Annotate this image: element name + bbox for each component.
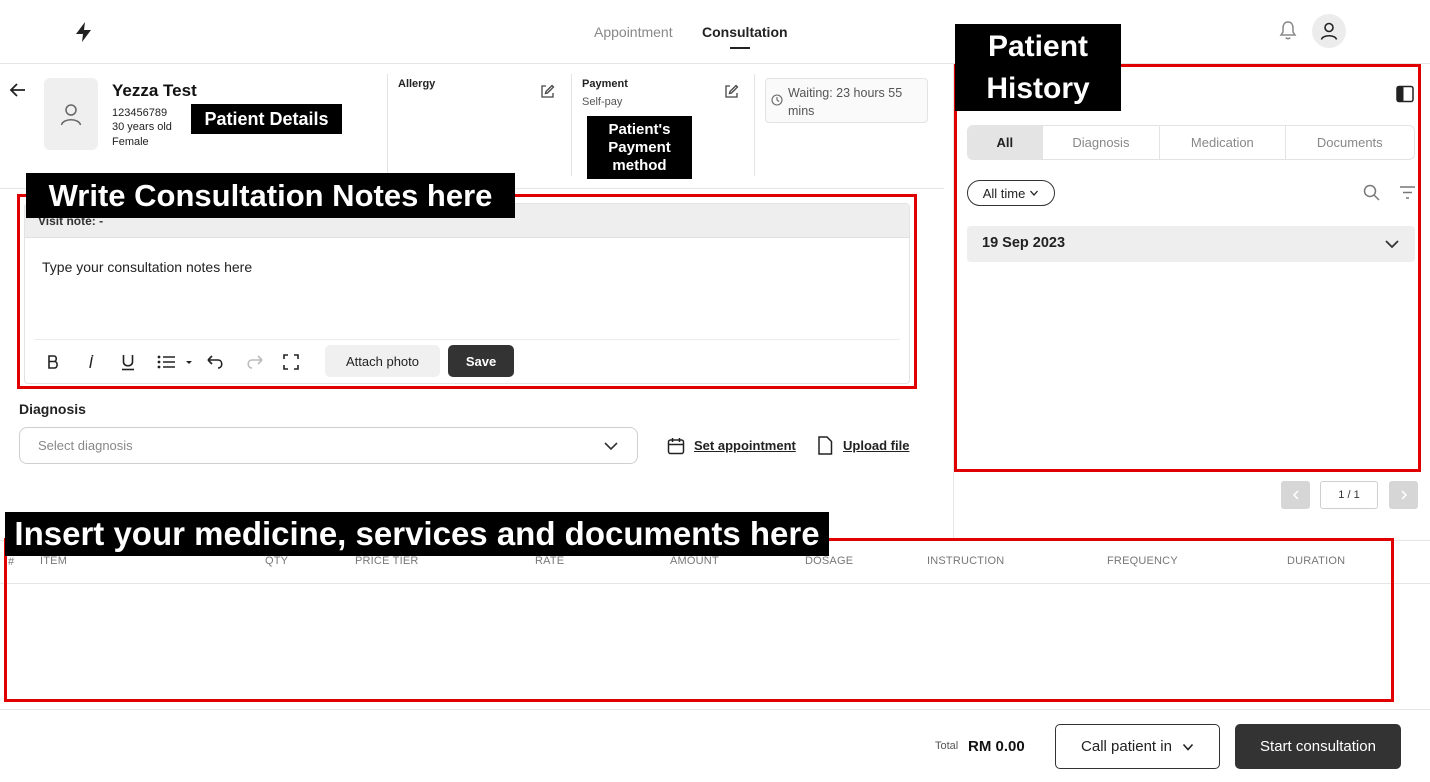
edit-allergy-icon[interactable]	[540, 84, 555, 99]
call-patient-in-label: Call patient in	[1081, 738, 1172, 755]
patient-photo	[44, 78, 98, 150]
patient-id: 123456789	[112, 107, 168, 119]
patient-age: 30 years old	[112, 121, 172, 133]
items-table-highlight	[4, 538, 1394, 702]
calendar-icon[interactable]	[667, 437, 685, 455]
clock-icon	[771, 94, 783, 106]
patient-history-annotation: Patient History	[955, 24, 1121, 111]
next-page-button[interactable]	[1389, 481, 1418, 509]
chevron-down-icon	[604, 442, 618, 451]
consultation-notes-highlight	[17, 194, 917, 389]
set-appointment-link[interactable]: Set appointment	[694, 438, 796, 453]
footer-border	[0, 709, 1430, 710]
diagnosis-placeholder: Select diagnosis	[38, 438, 133, 453]
total-label: Total	[935, 740, 959, 752]
tab-consultation[interactable]: Consultation	[702, 24, 788, 40]
allergy-label: Allergy	[398, 78, 436, 90]
bell-icon[interactable]	[1278, 20, 1298, 42]
prev-page-button[interactable]	[1281, 481, 1310, 509]
person-icon	[60, 104, 82, 126]
chevron-down-icon	[1182, 743, 1194, 751]
file-icon[interactable]	[817, 436, 833, 455]
divider	[387, 74, 388, 176]
patient-history-highlight	[954, 64, 1421, 472]
waiting-time-text: Waiting: 23 hours 55 mins	[788, 86, 903, 118]
items-annotation: Insert your medicine, services and docum…	[5, 512, 829, 556]
user-icon	[1320, 22, 1338, 40]
back-arrow-icon[interactable]	[8, 80, 28, 100]
divider	[571, 74, 572, 176]
user-avatar-button[interactable]	[1312, 14, 1346, 48]
chevron-left-icon	[1292, 490, 1299, 500]
call-patient-in-button[interactable]: Call patient in	[1055, 724, 1220, 769]
patient-name: Yezza Test	[112, 81, 197, 100]
active-tab-indicator	[730, 47, 750, 49]
page-indicator: 1 / 1	[1320, 481, 1378, 509]
consultation-notes-annotation: Write Consultation Notes here	[26, 173, 515, 218]
diagnosis-label: Diagnosis	[19, 401, 86, 417]
upload-file-link[interactable]: Upload file	[843, 438, 909, 453]
start-consultation-button[interactable]: Start consultation	[1235, 724, 1401, 769]
patient-details-annotation: Patient Details	[191, 104, 342, 134]
edit-payment-icon[interactable]	[724, 84, 739, 99]
chevron-right-icon	[1400, 490, 1407, 500]
total-value: RM 0.00	[968, 738, 1025, 755]
payment-method-annotation: Patient's Payment method	[587, 116, 692, 179]
patient-sex: Female	[112, 136, 149, 148]
payment-value: Self-pay	[582, 96, 623, 108]
payment-label: Payment	[582, 78, 628, 90]
tab-appointment[interactable]: Appointment	[594, 24, 673, 40]
lightning-logo-icon[interactable]	[72, 20, 96, 44]
divider	[754, 74, 755, 176]
